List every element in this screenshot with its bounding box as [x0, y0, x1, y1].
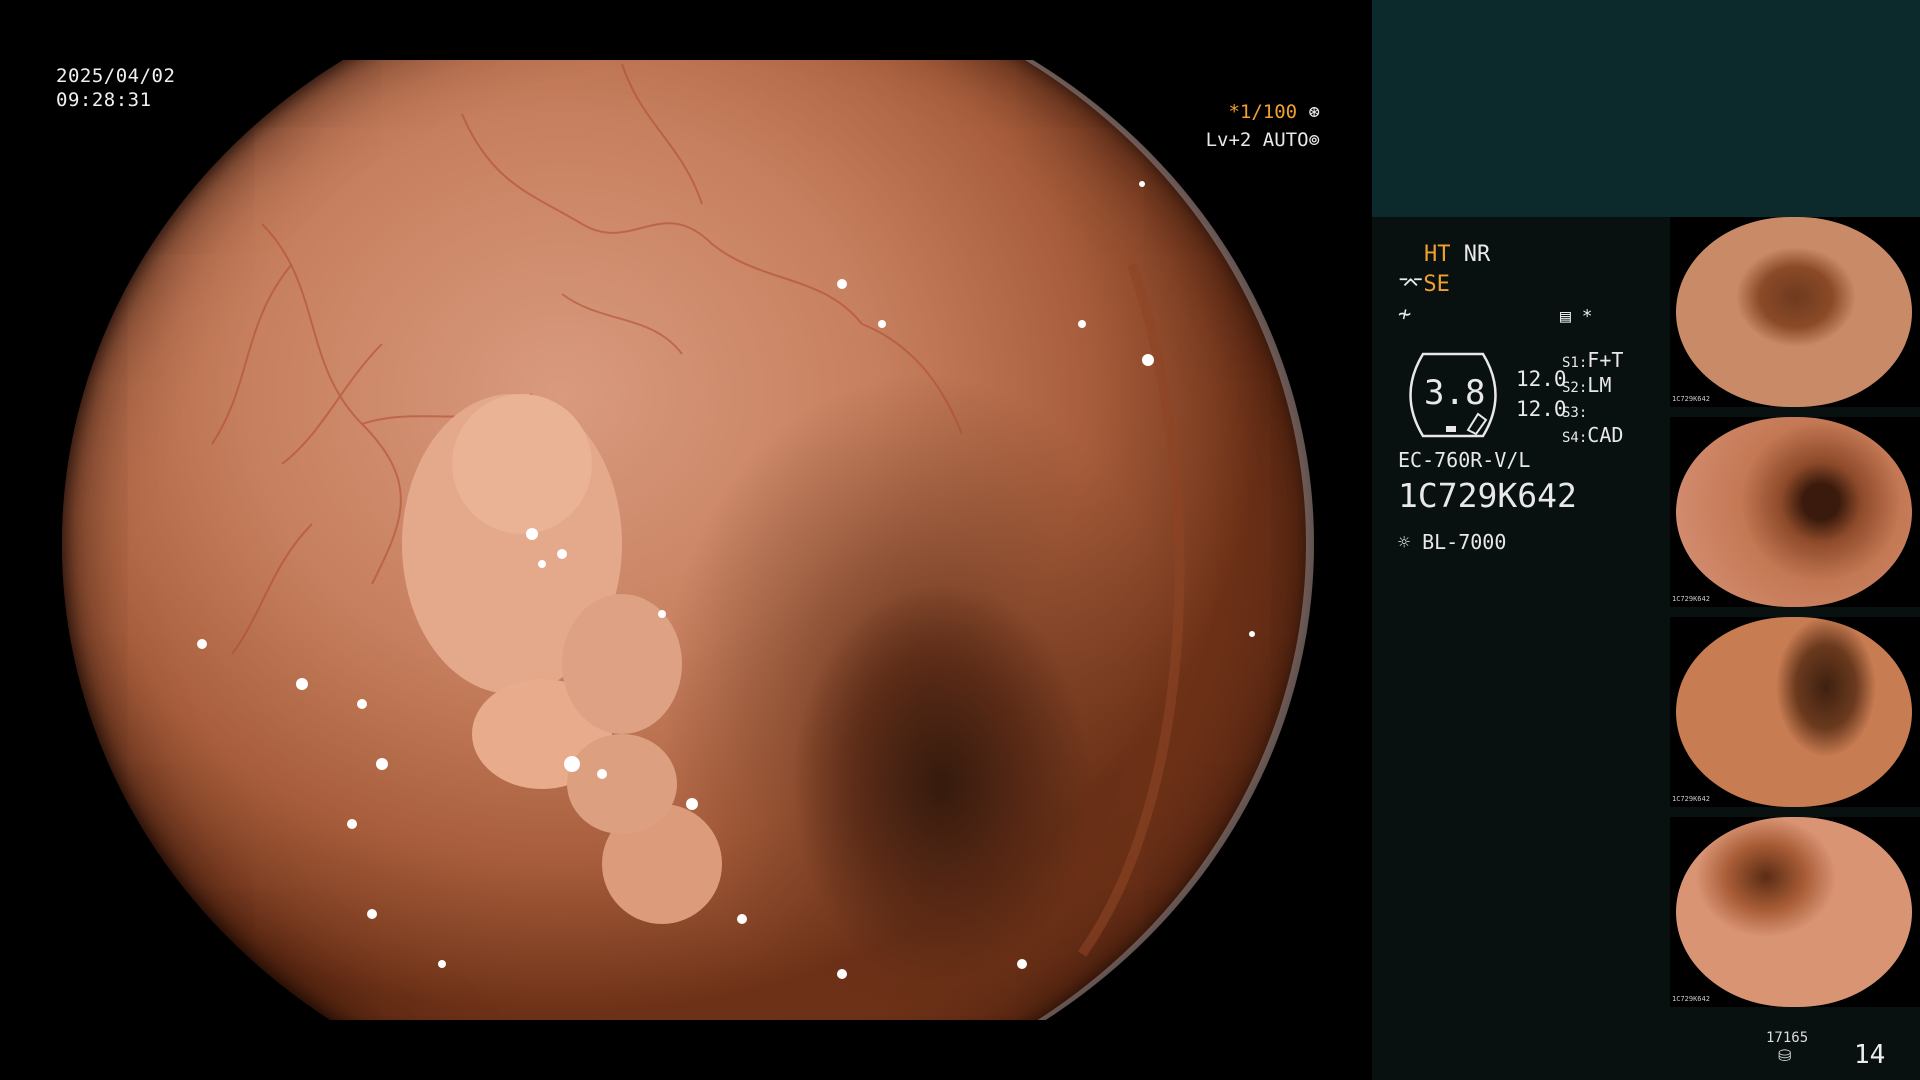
- thumbnail-1[interactable]: 1C729K642: [1670, 217, 1920, 407]
- gauge-value: 3.8: [1424, 373, 1486, 413]
- info-panel: HT NR ⌤SE ≁ ▤ * 3.8 12.0 12.0 S1:F+T S2:…: [1372, 0, 1920, 1080]
- exposure-readout: *1/100 ⊛ Lv+2 AUTO⊚: [1190, 98, 1320, 154]
- s3-label: S3:: [1562, 405, 1588, 421]
- crop-bottom: [0, 1020, 1372, 1080]
- page-number: 14: [1854, 1040, 1886, 1070]
- s1-value: F+T: [1587, 348, 1624, 372]
- thumbnail-2-serial: 1C729K642: [1672, 595, 1710, 603]
- image-count: 17165 ⛁: [1766, 1030, 1808, 1065]
- shutter-icon: ⊛: [1297, 101, 1320, 123]
- light-source-icon: ☼: [1398, 530, 1411, 554]
- iris-icon: ⊚: [1308, 129, 1320, 151]
- count-text: 17165: [1766, 1030, 1809, 1046]
- shutter-text: *1/100: [1228, 101, 1298, 123]
- mucosa-detail: [197, 63, 1255, 979]
- endoscope-main-view: 2025/04/02 09:28:31 *1/100 ⊛ Lv+2 AUTO⊚: [0, 0, 1372, 1080]
- thumbnail-4-serial: 1C729K642: [1672, 995, 1710, 1003]
- thumbnail-2-image: [1676, 417, 1912, 607]
- value-2: 12.0: [1516, 397, 1567, 421]
- enhance-icon: ≁: [1398, 302, 1412, 327]
- panel-header: [1372, 0, 1920, 217]
- memory-icon: ▤: [1560, 306, 1571, 327]
- polyp: [402, 394, 722, 924]
- s4-value: CAD: [1587, 423, 1624, 447]
- nr-indicator: NR: [1463, 242, 1491, 267]
- scope-serial: 1C729K642: [1398, 476, 1577, 515]
- time-text: 09:28:31: [56, 89, 152, 111]
- s4-label: S4:: [1562, 430, 1588, 446]
- date-text: 2025/04/02: [56, 65, 176, 87]
- datetime-readout: 2025/04/02 09:28:31: [56, 64, 175, 112]
- level-text: Lv+2: [1205, 129, 1252, 151]
- crop-top: [0, 0, 1372, 60]
- s2-label: S2:: [1562, 380, 1588, 396]
- s2-value: LM: [1587, 373, 1612, 397]
- capture-thumbnails: 1C729K642 1C729K642 1C729K642 1C729K642: [1670, 217, 1920, 1017]
- ht-indicator: HT: [1424, 242, 1451, 267]
- thumbnail-1-image: [1676, 217, 1912, 407]
- thumbnail-1-serial: 1C729K642: [1672, 395, 1710, 403]
- value-1: 12.0: [1516, 367, 1567, 391]
- scope-model: EC-760R-V/L: [1398, 448, 1531, 472]
- thumbnail-3-image: [1676, 617, 1912, 807]
- thumbnail-4-image: [1676, 817, 1912, 1007]
- storage-icon: ⛁: [1778, 1046, 1792, 1065]
- asterisk-indicator: *: [1581, 306, 1593, 327]
- thumbnail-4[interactable]: 1C729K642: [1670, 817, 1920, 1007]
- thumbnail-2[interactable]: 1C729K642: [1670, 417, 1920, 607]
- light-source-text: BL-7000: [1422, 530, 1507, 554]
- thumbnail-3-serial: 1C729K642: [1672, 795, 1710, 803]
- s1-label: S1:: [1562, 355, 1588, 371]
- iris-text: AUTO: [1262, 129, 1309, 151]
- structure-icon: ⌤: [1398, 272, 1424, 297]
- se-indicator: SE: [1423, 272, 1450, 297]
- thumbnail-3[interactable]: 1C729K642: [1670, 617, 1920, 807]
